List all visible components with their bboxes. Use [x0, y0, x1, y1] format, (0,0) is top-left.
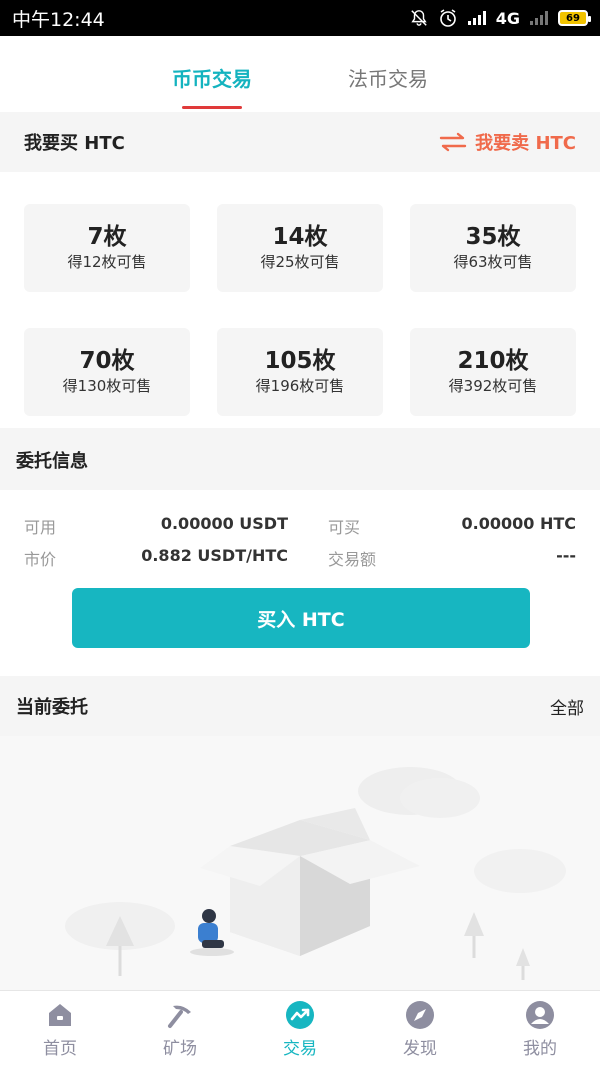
entrust-info-title: 委托信息	[16, 451, 88, 472]
profile-icon	[526, 1000, 554, 1029]
package-note: 得25枚可售	[260, 253, 340, 271]
package-option[interactable]: 14枚 得25枚可售	[217, 204, 383, 292]
current-orders-header: 当前委托 全部	[0, 676, 600, 736]
alarm-icon	[438, 8, 458, 28]
buy-button[interactable]: 买入 HTC	[72, 588, 530, 648]
package-note: 得196枚可售	[255, 377, 345, 395]
switch-to-sell-button[interactable]: 我要卖 HTC	[439, 129, 576, 155]
mute-bell-icon	[410, 9, 428, 27]
package-option[interactable]: 210枚 得392枚可售	[410, 328, 576, 416]
empty-box-illustration	[65, 767, 566, 980]
swap-arrows-icon	[439, 132, 467, 152]
nav-mining[interactable]: 矿场	[120, 991, 240, 1067]
nav-discover[interactable]: 发现	[360, 991, 480, 1067]
nav-home-label: 首页	[43, 1038, 77, 1059]
package-note: 得12枚可售	[67, 253, 147, 271]
package-option[interactable]: 35枚 得63枚可售	[410, 204, 576, 292]
package-grid: 7枚 得12枚可售 14枚 得25枚可售 35枚 得63枚可售 70枚 得130…	[0, 172, 600, 428]
entrust-info-header: 委托信息	[0, 430, 600, 490]
package-option[interactable]: 7枚 得12枚可售	[24, 204, 190, 292]
trade-type-tabs: 币币交易 法币交易	[0, 36, 600, 112]
info-row-price: 市价 0.882 USDT/HTC 交易额 ---	[24, 546, 576, 570]
compass-icon	[406, 1000, 434, 1029]
status-icons: 4G 69	[410, 8, 591, 28]
battery-level: 69	[566, 12, 580, 24]
status-time: 中午12:44	[12, 8, 105, 31]
package-note: 得63枚可售	[453, 253, 533, 271]
package-amount: 35枚	[465, 224, 521, 250]
switch-label: 我要卖 HTC	[475, 133, 576, 154]
package-amount: 210枚	[457, 348, 529, 374]
home-icon	[49, 1003, 71, 1026]
pickaxe-icon	[168, 1005, 191, 1028]
amount-value: ---	[556, 546, 576, 565]
current-orders-title: 当前委托	[16, 697, 88, 718]
buy-title: 我要买 HTC	[24, 133, 125, 154]
nav-mining-label: 矿场	[163, 1038, 197, 1059]
nav-trade-label: 交易	[283, 1038, 317, 1059]
package-note: 得130枚可售	[62, 377, 152, 395]
network-type: 4G	[495, 8, 520, 28]
nav-profile-label: 我的	[523, 1038, 557, 1059]
trade-icon	[286, 1000, 314, 1029]
signal-icon	[467, 11, 486, 25]
amount-label: 交易额	[328, 550, 377, 569]
entrust-info-panel: 可用 0.00000 USDT 可买 0.00000 HTC 市价 0.882 …	[0, 490, 600, 676]
package-note: 得392枚可售	[448, 377, 538, 395]
available-value: 0.00000 USDT	[160, 514, 288, 533]
nav-profile[interactable]: 我的	[480, 991, 600, 1067]
package-amount: 105枚	[264, 348, 336, 374]
signal-2-icon	[530, 11, 548, 25]
status-bar: 中午12:44 4G 69	[0, 0, 600, 36]
package-amount: 70枚	[79, 348, 135, 374]
tab-coin-trade[interactable]: 币币交易	[172, 36, 252, 112]
available-label: 可用	[24, 518, 57, 537]
empty-state	[0, 736, 600, 990]
tab-fiat-trade[interactable]: 法币交易	[348, 36, 428, 112]
package-option[interactable]: 105枚 得196枚可售	[217, 328, 383, 416]
package-option[interactable]: 70枚 得130枚可售	[24, 328, 190, 416]
nav-trade[interactable]: 交易	[240, 991, 360, 1067]
package-amount: 7枚	[87, 224, 127, 250]
battery-icon: 69	[558, 10, 591, 26]
buyable-value: 0.00000 HTC	[461, 514, 577, 533]
price-value: 0.882 USDT/HTC	[141, 546, 288, 565]
nav-discover-label: 发现	[403, 1038, 437, 1059]
price-label: 市价	[24, 550, 57, 569]
nav-home[interactable]: 首页	[0, 991, 120, 1067]
all-orders-link[interactable]: 全部	[550, 694, 584, 719]
package-amount: 14枚	[272, 224, 328, 250]
bottom-nav: 首页 矿场 交易 发现 我的	[0, 990, 600, 1067]
buy-header: 我要买 HTC 我要卖 HTC	[0, 112, 600, 172]
buyable-label: 可买	[328, 518, 361, 537]
info-row-available: 可用 0.00000 USDT 可买 0.00000 HTC	[24, 514, 576, 538]
